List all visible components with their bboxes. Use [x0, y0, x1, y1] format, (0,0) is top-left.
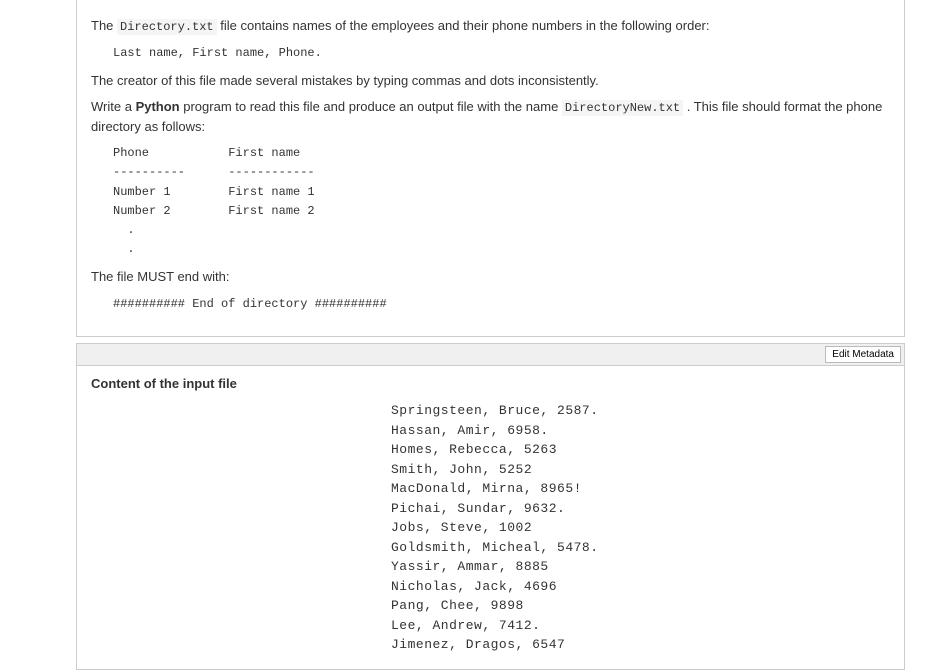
text-fragment: Write a — [91, 99, 136, 114]
text-fragment: program to read this file and produce an… — [180, 99, 562, 114]
text-fragment: The — [91, 18, 117, 33]
code-filename-output: DirectoryNew.txt — [562, 100, 683, 116]
text-fragment: file contains names of the employees and… — [217, 18, 710, 33]
problem-statement-cell: The Directory.txt file contains names of… — [76, 0, 905, 337]
edit-metadata-button[interactable]: Edit Metadata — [825, 346, 901, 363]
metadata-toolbar: Edit Metadata — [76, 343, 905, 366]
intro-line-4: The file MUST end with: — [91, 267, 890, 287]
intro-line-2: The creator of this file made several mi… — [91, 71, 890, 91]
page-container: The Directory.txt file contains names of… — [0, 0, 933, 670]
format-block-1: Last name, First name, Phone. — [113, 44, 890, 63]
intro-line-3: Write a Python program to read this file… — [91, 97, 890, 137]
intro-line-1: The Directory.txt file contains names of… — [91, 16, 890, 36]
input-file-heading: Content of the input file — [91, 376, 890, 391]
bold-python: Python — [136, 99, 180, 114]
code-filename-input: Directory.txt — [117, 19, 217, 35]
input-file-content: Springsteen, Bruce, 2587. Hassan, Amir, … — [391, 401, 890, 655]
input-file-cell: Content of the input file Springsteen, B… — [76, 366, 905, 670]
format-block-2: Phone First name ---------- ------------… — [113, 144, 890, 259]
end-of-directory-line: ########## End of directory ########## — [113, 295, 890, 314]
